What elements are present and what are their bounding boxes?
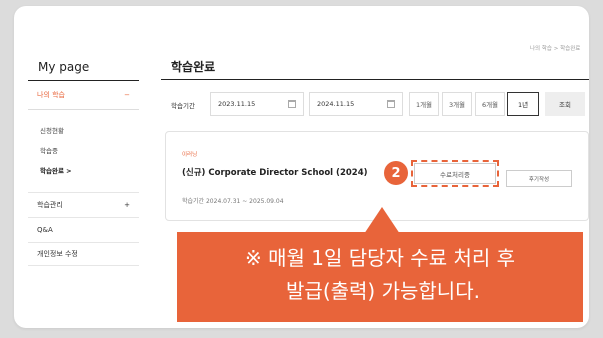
callout-line-1: ※ 매월 1일 담당자 수료 처리 후 (244, 246, 516, 270)
collapse-icon[interactable]: − (124, 91, 130, 99)
sidebar-item-qna[interactable]: Q&A (28, 217, 139, 241)
sidebar-item-profile-edit[interactable]: 개인정보 수정 (28, 242, 139, 266)
breadcrumb: 나의 학습 > 학습완료 (530, 46, 581, 52)
write-review-button[interactable]: 후기작성 (506, 170, 572, 187)
title-divider (161, 79, 589, 80)
sidebar-divider (28, 80, 139, 81)
calendar-icon[interactable] (387, 100, 395, 108)
course-title[interactable]: (신규) Corporate Director School (2024) (182, 166, 368, 178)
sidebar-item-label: 학습관리 (37, 200, 63, 209)
end-date-field[interactable]: 2024.11.15 (309, 92, 403, 116)
callout-note: ※ 매월 1일 담당자 수료 처리 후 발급(출력) 가능합니다. (177, 232, 583, 322)
sidebar-subitem-in-progress[interactable]: 학습중 (40, 145, 58, 155)
callout-line-2: 발급(출력) 가능합니다. (286, 279, 480, 303)
sidebar-divider (28, 109, 139, 110)
highlight-box (411, 160, 499, 187)
expand-icon[interactable]: + (124, 201, 130, 209)
sidebar-item-my-learning[interactable]: 나의 학습 − (28, 82, 139, 108)
period-3-months-button[interactable]: 3개월 (442, 92, 472, 116)
sidebar-subitem-applications[interactable]: 신청현황 (40, 125, 64, 135)
sidebar-item-label: 개인정보 수정 (37, 250, 78, 258)
calendar-icon[interactable] (288, 100, 296, 108)
sidebar-item-learning-management[interactable]: 학습관리 + (28, 192, 139, 216)
course-period: 학습기간 2024.07.31 ~ 2025.09.04 (182, 198, 284, 205)
course-type-tag: 이러닝 (182, 152, 198, 158)
period-6-months-button[interactable]: 6개월 (475, 92, 505, 116)
sidebar-item-label: Q&A (37, 225, 53, 234)
start-date-field[interactable]: 2023.11.15 (210, 92, 304, 116)
period-1-month-button[interactable]: 1개월 (409, 92, 439, 116)
period-1-year-button[interactable]: 1년 (507, 92, 539, 116)
sidebar-title: My page (38, 60, 90, 74)
sidebar-item-label: 나의 학습 (37, 91, 65, 99)
step-number-badge: 2 (384, 161, 408, 185)
end-date-value: 2024.11.15 (317, 100, 355, 108)
page-title: 학습완료 (171, 60, 216, 74)
filter-label: 학습기간 (171, 102, 195, 110)
search-button[interactable]: 조회 (545, 92, 585, 116)
start-date-value: 2023.11.15 (218, 100, 256, 108)
sidebar-subitem-completed[interactable]: 학습완료 > (40, 165, 72, 175)
